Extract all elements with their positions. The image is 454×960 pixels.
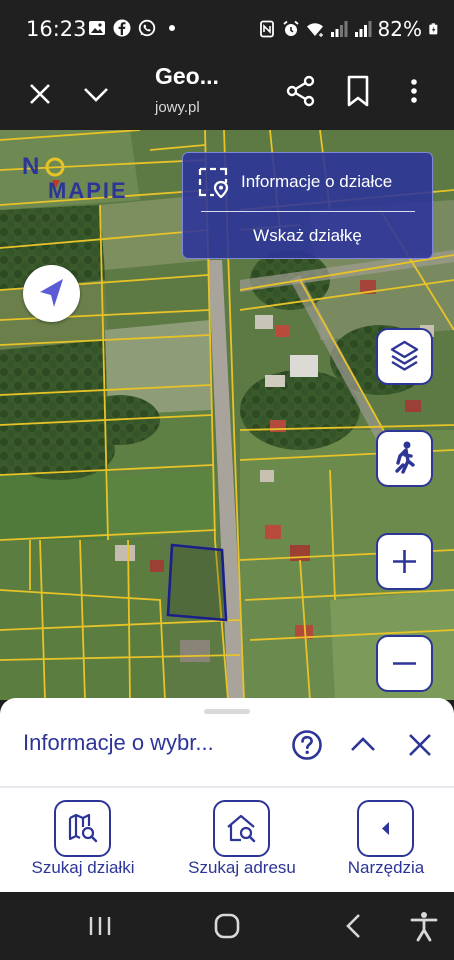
wifi-icon: [306, 23, 323, 37]
parcel-info-panel: Informacje o działce Wskaż działkę: [182, 152, 433, 259]
parcel-info-label: Informacje o działce: [241, 172, 393, 191]
street-view-button[interactable]: [376, 430, 433, 487]
search-parcel-tool[interactable]: Szukaj działki: [14, 800, 152, 886]
tools-button[interactable]: [357, 800, 414, 857]
chevron-up-icon[interactable]: [349, 731, 377, 759]
system-navigation-bar: [0, 892, 454, 960]
more-vert-icon[interactable]: [400, 74, 428, 108]
recent-apps-icon[interactable]: [84, 910, 116, 942]
sheet-divider: [0, 786, 454, 788]
close-icon[interactable]: [24, 78, 56, 110]
parcel-info-button[interactable]: Informacje o działce: [183, 153, 432, 211]
image-icon: [89, 21, 105, 35]
home-icon[interactable]: [211, 910, 243, 942]
zoom-in-icon: [393, 550, 416, 573]
zoom-out-button[interactable]: [376, 635, 433, 692]
chevron-down-icon[interactable]: [80, 78, 112, 110]
tools-tool[interactable]: Narzędzia: [338, 800, 434, 886]
panel-divider: [201, 211, 415, 212]
zoom-out-icon: [393, 662, 416, 665]
status-time: 16:23: [26, 17, 87, 41]
share-icon[interactable]: [284, 74, 318, 108]
layers-icon: [390, 340, 419, 371]
browser-toolbar: Geo... jowy.pl: [0, 58, 454, 130]
status-bar: 16:23 82%: [0, 0, 454, 58]
layers-button[interactable]: [376, 328, 433, 385]
selected-parcel-outline: [166, 543, 228, 622]
nfc-icon: [259, 20, 274, 38]
bookmark-icon[interactable]: [342, 74, 374, 108]
svg-text:MAPIE: MAPIE: [48, 178, 128, 202]
map-search-icon: [68, 813, 98, 843]
search-address-button[interactable]: [213, 800, 270, 857]
person-walk-icon: [395, 441, 415, 474]
tools-label: Narzędzia: [347, 858, 425, 877]
navigation-arrow-icon: [40, 279, 63, 307]
system-status: 82%: [258, 17, 440, 41]
dot-icon: [169, 25, 175, 31]
show-parcel-button[interactable]: Wskaż działkę: [183, 213, 432, 259]
facebook-icon: [113, 19, 131, 37]
zoom-in-button[interactable]: [376, 533, 433, 590]
search-address-tool[interactable]: Szukaj adresu: [173, 800, 311, 886]
sheet-drag-handle[interactable]: [204, 709, 250, 714]
page-title: Geo...: [155, 63, 219, 89]
battery-percent: 82%: [377, 17, 422, 41]
search-parcel-button[interactable]: [54, 800, 111, 857]
svg-text:N: N: [22, 153, 39, 180]
close-icon[interactable]: [406, 731, 434, 759]
whatsapp-icon: [138, 19, 156, 37]
signal-icon: [354, 21, 372, 37]
search-address-label: Szukaj adresu: [188, 858, 296, 877]
search-parcel-label: Szukaj działki: [31, 858, 135, 877]
sheet-title: Informacje o wybr...: [23, 730, 214, 755]
caret-left-icon: [382, 822, 389, 835]
bottom-sheet: Informacje o wybr... Szukaj działki Szuk…: [0, 698, 454, 892]
accessibility-icon[interactable]: [408, 910, 440, 942]
signal-icon: [330, 21, 348, 37]
na-mapie-logo: N MAPIE: [22, 153, 128, 202]
help-icon[interactable]: [291, 729, 323, 761]
battery-charging-icon: [429, 23, 438, 35]
alarm-icon: [282, 20, 299, 36]
compass-button[interactable]: [23, 265, 80, 322]
page-url[interactable]: jowy.pl: [155, 99, 200, 116]
satellite-map[interactable]: N MAPIE Informacje o działce Wskaż dział…: [0, 130, 454, 700]
notification-icons: [88, 19, 181, 37]
back-icon[interactable]: [338, 910, 370, 942]
home-search-icon: [227, 814, 256, 843]
parcel-select-icon: [198, 167, 229, 198]
